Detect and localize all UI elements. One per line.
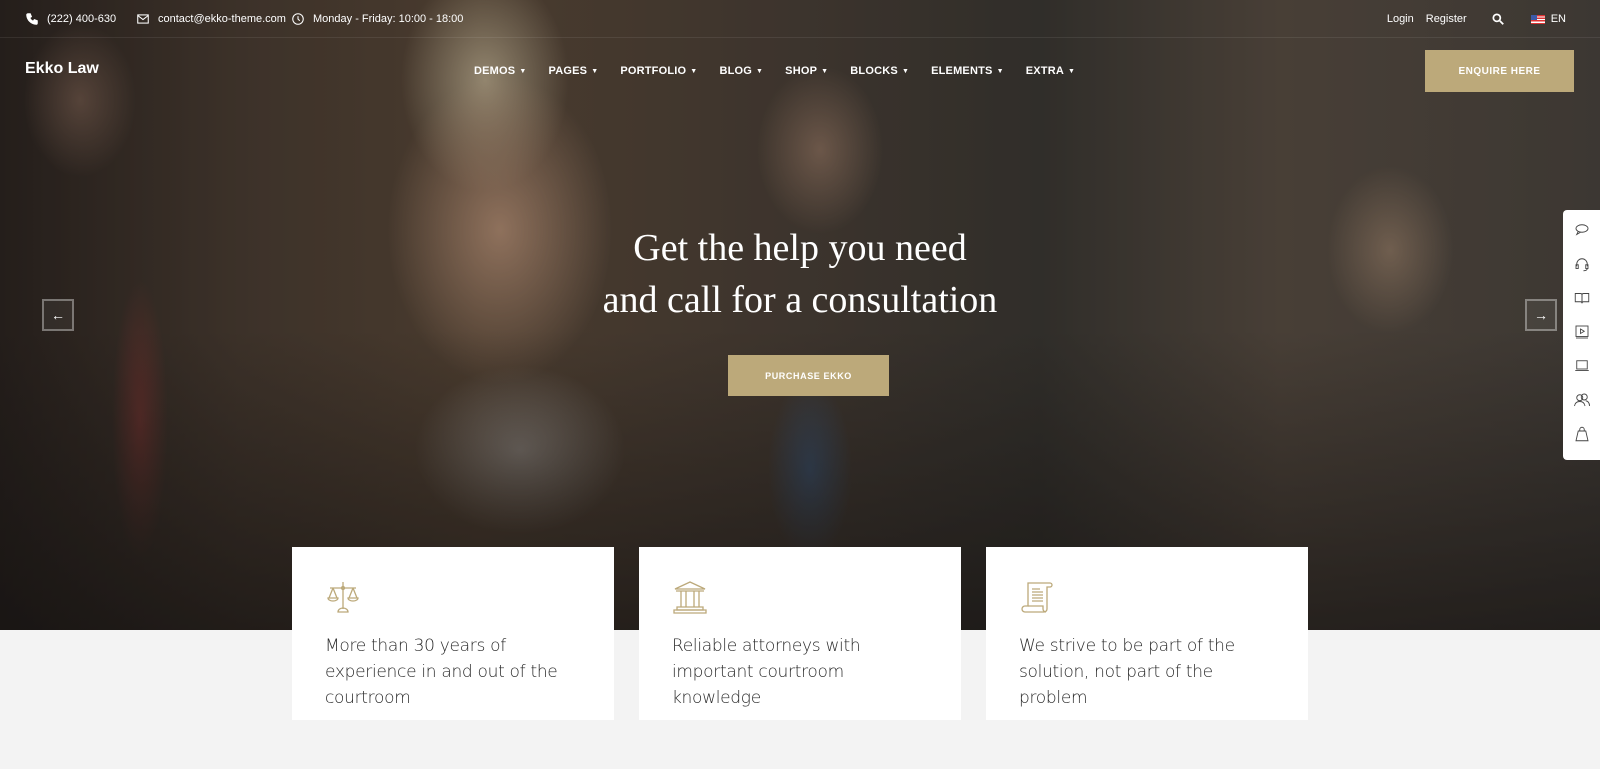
nav-pages[interactable]: PAGES ▼	[548, 65, 598, 77]
hours-text: Monday - Friday: 10:00 - 18:00	[313, 13, 464, 25]
email-contact[interactable]: contact@ekko-theme.com	[136, 12, 286, 26]
feature-text: More than 30 years of experience in and …	[325, 636, 558, 708]
scroll-icon	[1021, 582, 1053, 613]
hero-headline: Get the help you need and call for a con…	[500, 222, 1100, 326]
side-panel	[1563, 210, 1600, 460]
chat-icon[interactable]	[1572, 220, 1592, 240]
language-label: EN	[1550, 13, 1566, 25]
feature-text: Reliable attorneys with important courtr…	[672, 636, 861, 708]
feature-card: Reliable attorneys with important courtr…	[639, 547, 961, 720]
phone-icon	[26, 13, 38, 25]
feature-card: More than 30 years of experience in and …	[292, 547, 614, 720]
topbar-right: Login Register EN	[1387, 12, 1566, 26]
nav-portfolio[interactable]: PORTFOLIO ▼	[620, 65, 697, 77]
nav-label: BLOCKS	[850, 65, 898, 77]
headline-line-1: Get the help you need	[633, 227, 967, 269]
phone-contact[interactable]: (222) 400-630	[25, 12, 116, 26]
mail-icon	[137, 14, 149, 24]
search-icon[interactable]	[1491, 12, 1505, 26]
chevron-down-icon: ▼	[996, 67, 1004, 75]
chevron-down-icon: ▼	[1068, 67, 1076, 75]
chevron-down-icon: ▼	[901, 67, 910, 75]
login-link[interactable]: Login	[1387, 13, 1414, 25]
clock-icon	[292, 13, 304, 25]
nav-elements[interactable]: ELEMENTS ▼	[931, 65, 1004, 77]
slider-prev-button[interactable]: ←	[42, 299, 74, 331]
slider-next-button[interactable]: →	[1525, 299, 1557, 331]
nav-blog[interactable]: BLOG ▼	[719, 65, 763, 77]
enquire-button[interactable]: ENQUIRE HERE	[1425, 50, 1574, 92]
nav-label: ELEMENTS	[931, 65, 993, 77]
chevron-down-icon: ▼	[756, 67, 764, 75]
feature-text: We strive to be part of the solution, no…	[1019, 636, 1235, 708]
nav-label: PAGES	[548, 65, 588, 77]
site-logo[interactable]: Ekko Law	[25, 60, 99, 78]
nav-label: SHOP	[785, 65, 818, 77]
register-link[interactable]: Register	[1426, 13, 1467, 25]
chevron-down-icon: ▼	[519, 67, 527, 75]
scales-icon	[327, 582, 359, 613]
chevron-down-icon: ▼	[591, 67, 599, 75]
main-nav: DEMOS ▼ PAGES ▼ PORTFOLIO ▼ BLOG ▼ SHOP ▼ BLO…	[474, 65, 1075, 77]
shopping-bag-icon[interactable]	[1572, 424, 1592, 444]
language-selector[interactable]: EN	[1530, 13, 1566, 25]
book-icon[interactable]	[1572, 288, 1592, 308]
business-hours: Monday - Friday: 10:00 - 18:00	[291, 12, 463, 26]
feature-card: We strive to be part of the solution, no…	[986, 547, 1308, 720]
nav-blocks[interactable]: BLOCKS ▼	[850, 65, 909, 77]
arrow-right-icon: →	[1534, 307, 1548, 323]
feature-cards: More than 30 years of experience in and …	[292, 547, 1308, 720]
nav-label: DEMOS	[474, 65, 516, 77]
chevron-down-icon: ▼	[690, 67, 698, 75]
users-icon[interactable]	[1572, 390, 1592, 410]
arrow-left-icon: ←	[51, 307, 65, 323]
top-bar: (222) 400-630 contact@ekko-theme.com Mon…	[0, 0, 1600, 38]
headline-line-2: and call for a consultation	[602, 279, 998, 321]
video-icon[interactable]	[1572, 322, 1592, 342]
nav-label: BLOG	[719, 65, 753, 77]
nav-extra[interactable]: EXTRA ▼	[1026, 65, 1075, 77]
nav-demos[interactable]: DEMOS ▼	[474, 65, 526, 77]
courthouse-icon	[673, 581, 707, 614]
headset-icon[interactable]	[1572, 254, 1592, 274]
us-flag-icon	[1530, 14, 1545, 24]
main-header: Ekko Law DEMOS ▼ PAGES ▼ PORTFOLIO ▼ BLOG ▼ …	[0, 40, 1600, 102]
nav-shop[interactable]: SHOP ▼	[785, 65, 828, 77]
email-address: contact@ekko-theme.com	[158, 13, 286, 25]
phone-number: (222) 400-630	[47, 13, 117, 25]
chevron-down-icon: ▼	[821, 67, 829, 75]
nav-label: PORTFOLIO	[620, 65, 687, 77]
laptop-icon[interactable]	[1572, 356, 1592, 376]
nav-label: EXTRA	[1025, 65, 1064, 77]
purchase-button[interactable]: PURCHASE EKKO	[728, 355, 889, 396]
